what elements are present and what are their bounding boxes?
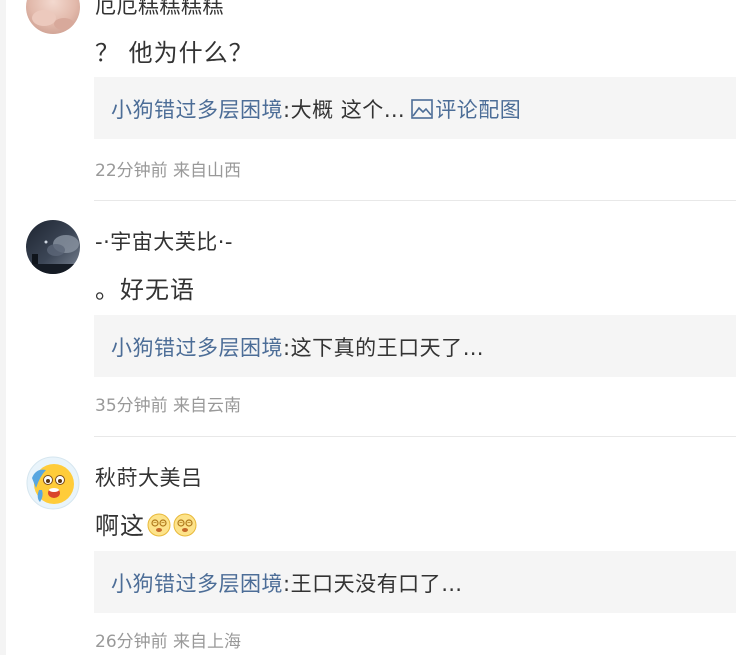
reply-colon: :	[283, 336, 291, 360]
comment-item: 厄厄糕糕糕糕 ？ 他为什么？ 小狗错过多层困境:大概 这个… 评论配图 22分钟前…	[0, 0, 736, 200]
reply-colon: :	[283, 98, 291, 122]
comment-username[interactable]: -·宇宙大芙比·-	[95, 226, 233, 256]
comment-time: 26分钟前	[95, 632, 168, 652]
comment-list: 厄厄糕糕糕糕 ？ 他为什么？ 小狗错过多层困境:大概 这个… 评论配图 22分钟前…	[0, 0, 736, 655]
avatar[interactable]	[26, 456, 80, 510]
reply-text: 小狗错过多层困境:这下真的王口天了…	[111, 332, 484, 362]
comment-time: 22分钟前	[95, 161, 168, 181]
reply-text: 小狗错过多层困境:王口天没有口了…	[111, 568, 463, 598]
comment-item: 秋莳大美吕 啊这 小狗错过多层困境:王口天没有口了… 26分钟前 来自上海	[0, 436, 736, 655]
reply-body: 大概 这个…	[290, 98, 406, 122]
reply-pic-link[interactable]: 评论配图	[411, 98, 521, 122]
dizzy-face-emoji	[173, 513, 197, 537]
comment-time: 35分钟前	[95, 396, 168, 416]
reply-pic-label: 评论配图	[435, 98, 522, 122]
reply-colon: :	[283, 572, 291, 596]
comment-item: -·宇宙大芙比·- 。好无语 小狗错过多层困境:这下真的王口天了… 35分钟前 …	[0, 200, 736, 436]
reply-username[interactable]: 小狗错过多层困境	[111, 98, 283, 122]
comment-meta: 35分钟前 来自云南	[95, 391, 241, 416]
reply-body: 这下真的王口天了…	[290, 336, 485, 360]
reply-box[interactable]: 小狗错过多层困境:大概 这个… 评论配图	[94, 77, 736, 139]
reply-username[interactable]: 小狗错过多层困境	[111, 572, 283, 596]
comment-content: 啊这	[95, 506, 197, 541]
comment-content: ？ 他为什么？	[95, 39, 254, 67]
comment-location: 来自云南	[173, 396, 242, 416]
comment-username[interactable]: 厄厄糕糕糕糕	[95, 0, 224, 20]
avatar[interactable]	[26, 0, 80, 34]
avatar[interactable]	[26, 220, 80, 274]
dizzy-face-emoji	[147, 513, 171, 537]
reply-text: 小狗错过多层困境:大概 这个… 评论配图	[111, 94, 521, 124]
reply-box[interactable]: 小狗错过多层困境:这下真的王口天了…	[94, 315, 736, 377]
image-icon	[411, 99, 434, 124]
comment-content-text: 啊这	[95, 512, 145, 540]
comment-location: 来自山西	[173, 161, 242, 181]
comment-location: 来自上海	[173, 632, 242, 652]
reply-body: 王口天没有口了…	[290, 572, 463, 596]
reply-username[interactable]: 小狗错过多层困境	[111, 336, 283, 360]
comment-username[interactable]: 秋莳大美吕	[95, 462, 203, 492]
reply-box[interactable]: 小狗错过多层困境:王口天没有口了…	[94, 551, 736, 613]
comment-meta: 26分钟前 来自上海	[95, 627, 241, 652]
comment-content: 。好无语	[95, 276, 195, 304]
comment-meta: 22分钟前 来自山西	[95, 156, 241, 181]
